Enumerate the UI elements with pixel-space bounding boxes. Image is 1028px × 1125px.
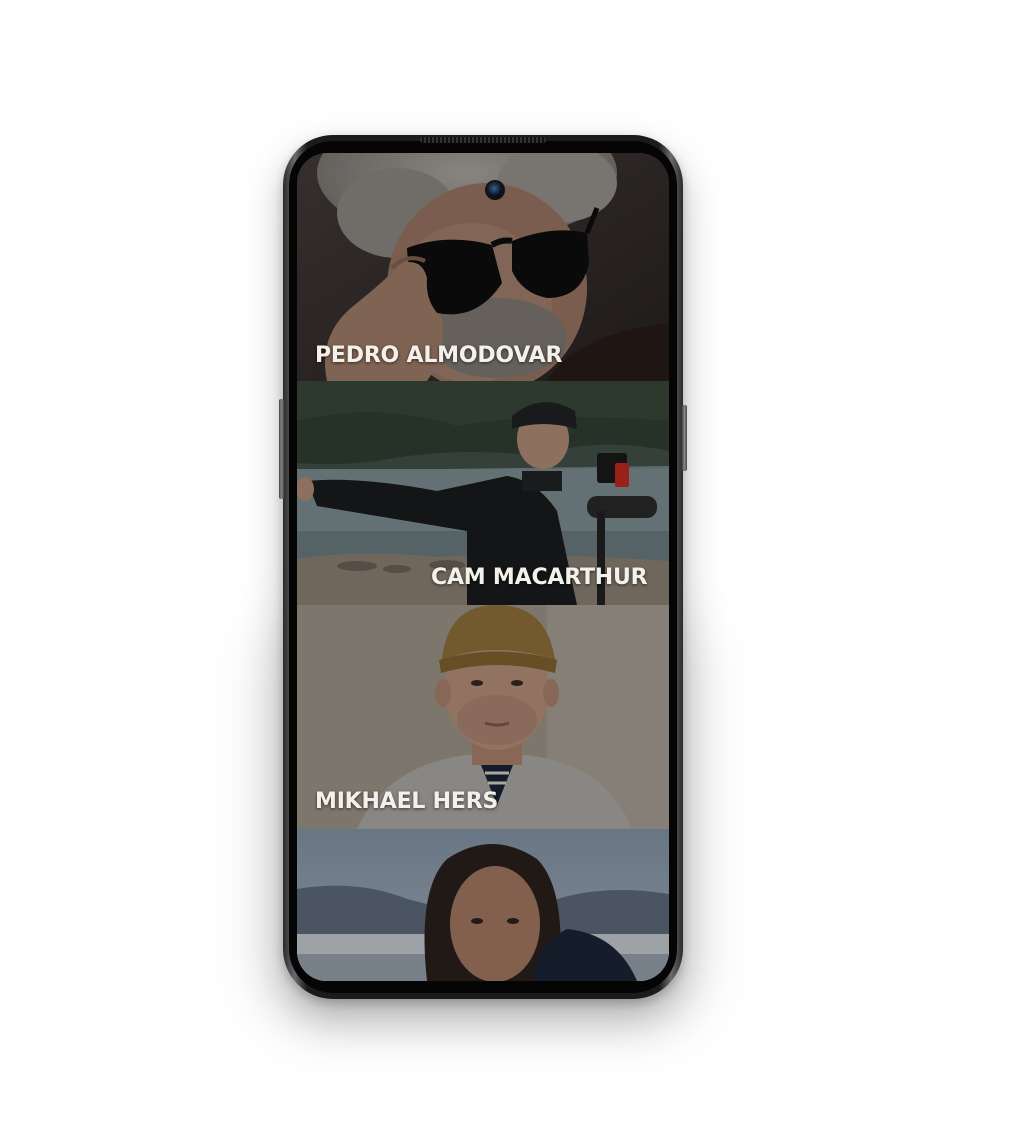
- director-card[interactable]: CAM MACARTHUR: [297, 381, 669, 605]
- director-name: CAM MACARTHUR: [431, 565, 648, 590]
- earpiece-speaker: [420, 137, 546, 143]
- phone-screen[interactable]: PEDRO ALMODOVAR CAM MACARTHUR MIKHAEL HE…: [297, 153, 669, 981]
- mockup-stage: PEDRO ALMODOVAR CAM MACARTHUR MIKHAEL HE…: [0, 0, 1028, 1125]
- director-card[interactable]: MIKHAEL HERS: [297, 605, 669, 829]
- director-name: MIKHAEL HERS: [315, 789, 499, 814]
- portrait-woman-winter-landscape-image: [297, 829, 669, 981]
- side-button-left: [279, 399, 284, 499]
- front-camera-icon: [487, 182, 503, 198]
- director-name: PEDRO ALMODOVAR: [315, 343, 563, 368]
- side-button-right: [682, 405, 687, 471]
- phone-device: PEDRO ALMODOVAR CAM MACARTHUR MIKHAEL HE…: [279, 135, 687, 999]
- director-card[interactable]: PEDRO ALMODOVAR: [297, 153, 669, 381]
- director-card[interactable]: [297, 829, 669, 981]
